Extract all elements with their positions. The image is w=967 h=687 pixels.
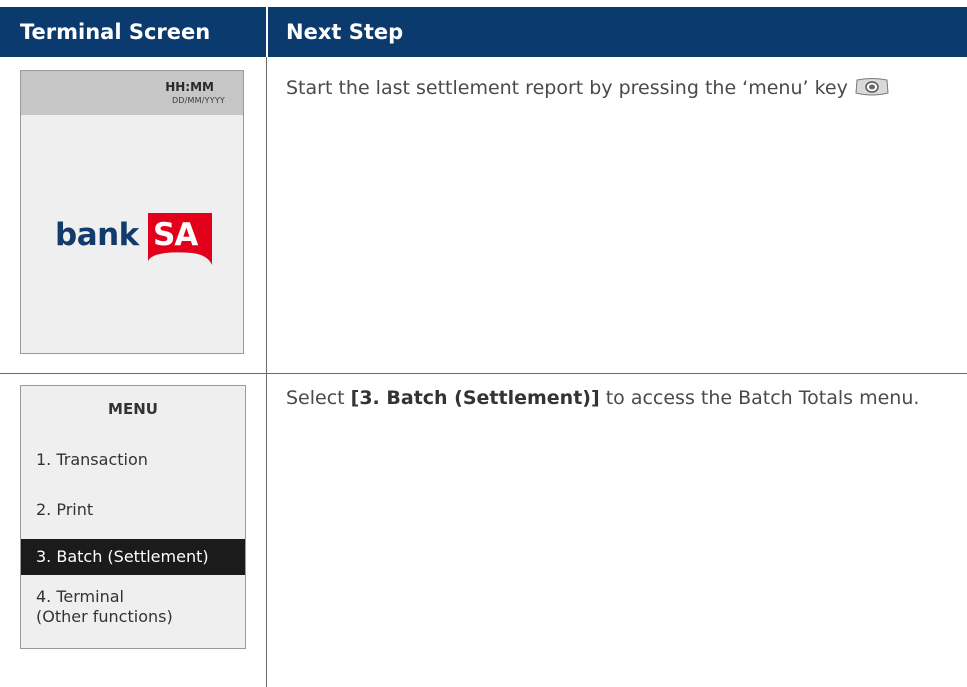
header-terminal-screen: Terminal Screen <box>20 20 211 44</box>
step-2-instruction: Select [3. Batch (Settlement)] to access… <box>286 385 946 412</box>
menu-key-icon <box>855 78 889 96</box>
date-display: DD/MM/YYYY <box>171 96 225 105</box>
header-divider <box>266 7 268 57</box>
menu-item-batch-settlement[interactable]: 3. Batch (Settlement) <box>21 539 245 575</box>
step-1-instruction: Start the last settlement report by pres… <box>286 75 946 102</box>
menu-title: MENU <box>108 400 158 418</box>
step-1-text: Start the last settlement report by pres… <box>286 77 848 99</box>
logo-bank-text: bank <box>55 217 139 253</box>
logo-sa-text: SA <box>153 217 198 253</box>
terminal-idle-screen: HH:MM DD/MM/YYYY bank SA <box>20 70 244 354</box>
step-2-bold-option: [3. Batch (Settlement)] <box>350 387 600 409</box>
table-header: Terminal Screen Next Step <box>0 7 967 57</box>
row-divider <box>0 373 967 374</box>
time-display: HH:MM <box>165 80 214 94</box>
banksa-logo: bank SA <box>55 211 215 281</box>
menu-item-print[interactable]: 2. Print <box>21 500 245 520</box>
header-next-step: Next Step <box>286 20 404 44</box>
menu-item-terminal[interactable]: 4. Terminal (Other functions) <box>21 587 245 627</box>
terminal-menu-screen: MENU 1. Transaction 2. Print 3. Batch (S… <box>20 385 246 649</box>
step-2-prefix: Select <box>286 387 351 409</box>
column-divider <box>266 57 267 687</box>
menu-item-transaction[interactable]: 1. Transaction <box>21 450 245 470</box>
status-bar: HH:MM DD/MM/YYYY <box>21 71 243 115</box>
step-2-suffix: to access the Batch Totals menu. <box>599 387 920 409</box>
